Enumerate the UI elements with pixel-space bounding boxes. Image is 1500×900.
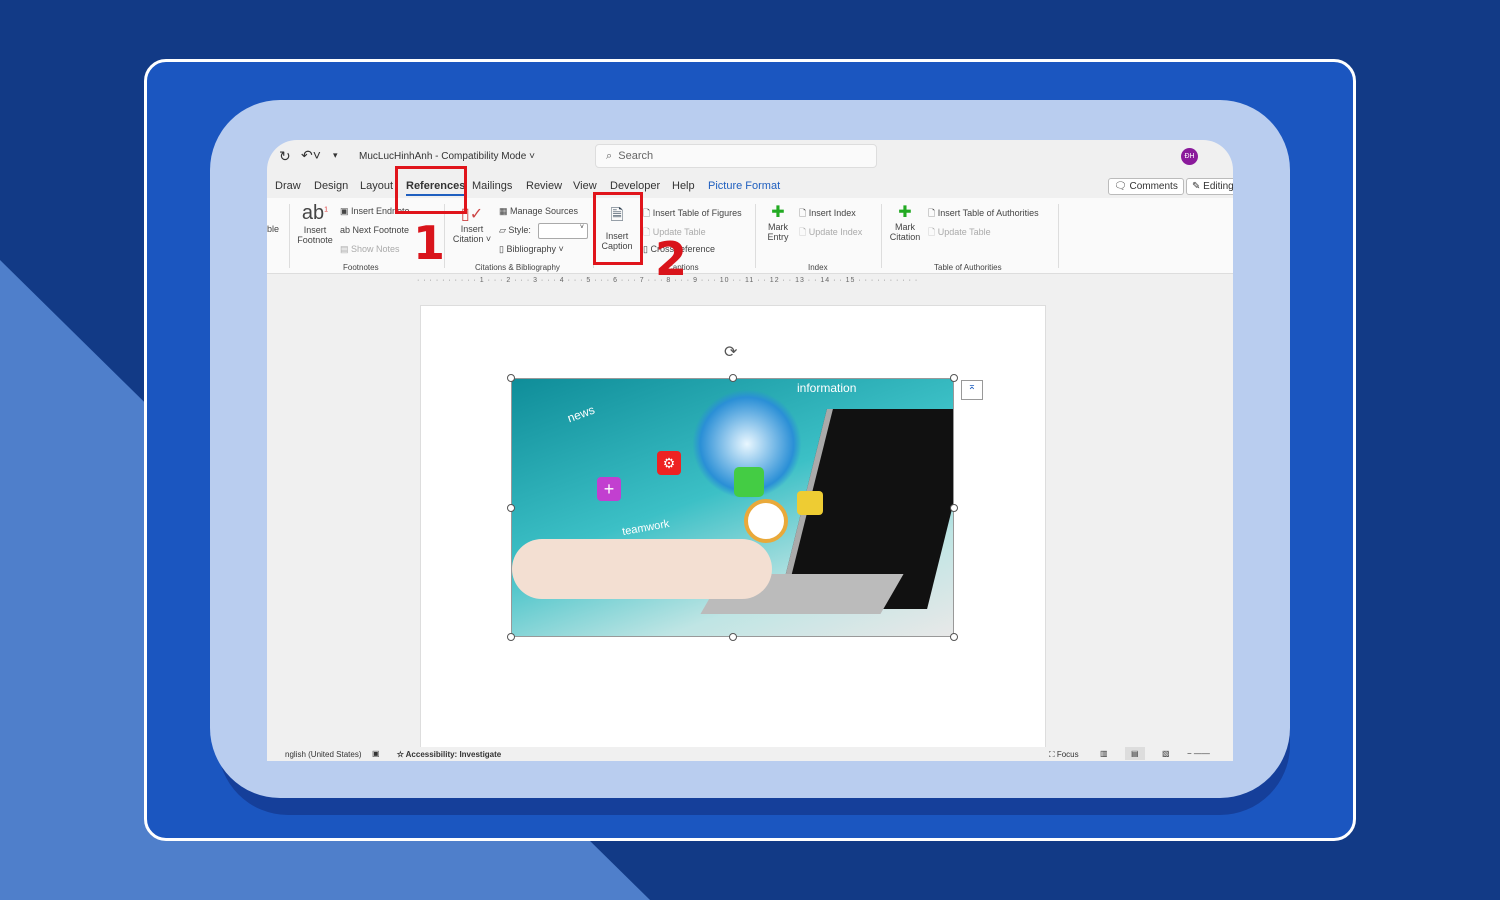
image-text-teamwork: teamwork	[621, 517, 671, 539]
folder-icon	[734, 467, 764, 497]
step-1-label: 1	[413, 216, 446, 270]
resize-handle[interactable]	[729, 633, 737, 641]
mark-citation-button[interactable]: ✚ Mark Citation	[885, 202, 925, 242]
tab-draw[interactable]: Draw	[275, 180, 301, 192]
selected-picture[interactable]: information news teamwork + ⚙	[511, 378, 954, 637]
proofing-icon[interactable]: ▣	[372, 749, 380, 758]
tab-picture-format[interactable]: Picture Format	[708, 180, 780, 192]
redo-icon[interactable]: ↻	[279, 148, 291, 165]
mark-entry-button[interactable]: ✚ Mark Entry	[761, 202, 795, 242]
search-icon: ⌕	[606, 150, 613, 162]
resize-handle[interactable]	[507, 374, 515, 382]
focus-button[interactable]: ⛶ Focus	[1049, 750, 1079, 760]
highlight-references-tab	[395, 166, 467, 214]
zoom-slider[interactable]: − ——	[1187, 749, 1210, 758]
cut-label: ble	[267, 224, 280, 234]
plus-icon: +	[597, 477, 621, 501]
update-index-button[interactable]: 🗋 Update Index	[799, 225, 862, 241]
insert-toa-button[interactable]: 🗋 Insert Table of Authorities	[928, 206, 1039, 222]
avatar[interactable]: ĐH	[1181, 148, 1198, 165]
doc-title[interactable]: MucLucHinhAnh - Compatibility Mode ˅	[359, 151, 535, 162]
mail-icon	[797, 491, 823, 515]
bibliography-button[interactable]: ▯ Bibliography ˅	[499, 244, 564, 255]
ruler[interactable]: · · · · · · · · · · 1 · · · 2 · · · 3 · …	[417, 277, 1057, 287]
mark-citation-icon: ✚	[898, 204, 912, 221]
search-input[interactable]: ⌕ Search	[595, 144, 877, 168]
customize-icon[interactable]: ▾	[333, 150, 338, 161]
comments-button[interactable]: 🗨 Comments	[1108, 178, 1184, 195]
undo-icon[interactable]: ↶˅	[301, 147, 321, 164]
mark-entry-icon: ✚	[771, 204, 785, 221]
insert-footnote-button[interactable]: ab1 Insert Footnote	[295, 202, 335, 245]
gear-icon: ⚙	[657, 451, 681, 475]
update-toa-button[interactable]: 🗋 Update Table	[928, 225, 991, 241]
resize-handle[interactable]	[507, 633, 515, 641]
footnotes-group-label: Footnotes	[343, 263, 379, 272]
index-group-label: Index	[808, 263, 828, 272]
accessibility-status[interactable]: ✫ Accessibility: Investigate	[397, 750, 501, 759]
layout-options-icon[interactable]: ⌅	[961, 380, 983, 400]
clock-icon	[744, 499, 788, 543]
footnote-icon: ab1	[301, 202, 329, 224]
tab-layout[interactable]: Layout	[360, 180, 393, 192]
tab-view[interactable]: View	[573, 180, 597, 192]
toa-group-label: Table of Authorities	[934, 263, 1002, 272]
resize-handle[interactable]	[950, 374, 958, 382]
next-footnote-button[interactable]: ab Next Footnote	[340, 225, 409, 235]
resize-handle[interactable]	[507, 504, 515, 512]
word-window: ↻ ↶˅ ▾ MucLucHinhAnh - Compatibility Mod…	[267, 140, 1233, 761]
style-label: ▱ Style:	[499, 225, 531, 235]
language-status[interactable]: nglish (United States)	[285, 750, 361, 759]
tab-review[interactable]: Review	[526, 180, 562, 192]
tab-developer[interactable]: Developer	[610, 180, 660, 192]
read-mode-icon[interactable]: ▥	[1100, 749, 1108, 758]
print-layout-icon[interactable]: ▤	[1125, 747, 1145, 760]
image-text-news: news	[565, 402, 597, 426]
tab-mailings[interactable]: Mailings	[472, 180, 512, 192]
rotate-handle-icon[interactable]: ⟳	[724, 342, 737, 362]
highlight-insert-caption	[593, 192, 643, 265]
step-2-label: 2	[655, 232, 688, 286]
citations-group-label: Citations & Bibliography	[475, 263, 560, 272]
insert-index-button[interactable]: 🗋 Insert Index	[799, 206, 856, 222]
show-notes-button[interactable]: ▤ Show Notes	[340, 244, 400, 255]
hands-graphic	[512, 539, 772, 599]
tab-help[interactable]: Help	[672, 180, 695, 192]
image-text-information: information	[797, 381, 857, 395]
insert-table-of-figures-button[interactable]: 🗋 Insert Table of Figures	[643, 206, 742, 222]
manage-sources-button[interactable]: ▦ Manage Sources	[499, 206, 578, 217]
style-dropdown[interactable]: ˅	[538, 223, 588, 239]
resize-handle[interactable]	[950, 633, 958, 641]
resize-handle[interactable]	[729, 374, 737, 382]
status-bar: nglish (United States) ▣ ✫ Accessibility…	[267, 747, 1233, 761]
resize-handle[interactable]	[950, 504, 958, 512]
editing-button[interactable]: ✎ Editing	[1186, 178, 1233, 195]
tab-design[interactable]: Design	[314, 180, 348, 192]
web-layout-icon[interactable]: ▧	[1162, 749, 1170, 758]
